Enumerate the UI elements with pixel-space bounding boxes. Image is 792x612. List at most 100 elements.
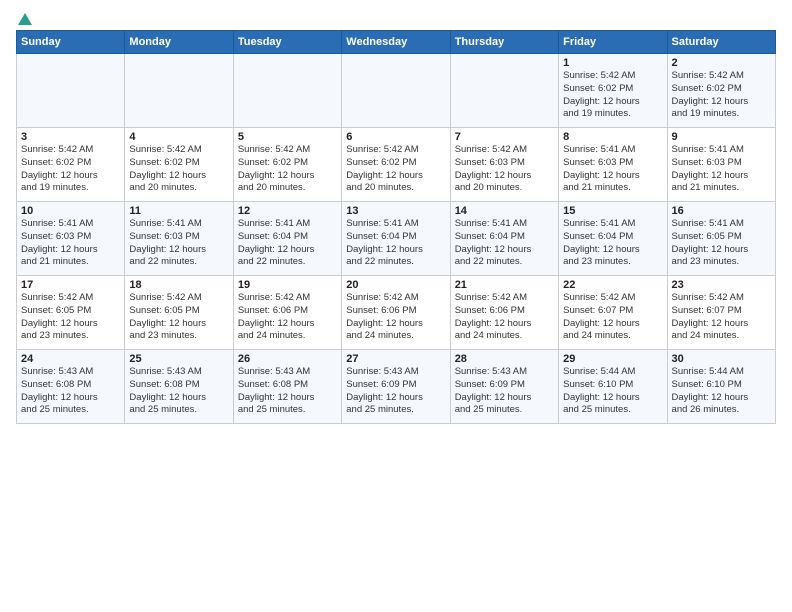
day-header-thursday: Thursday (450, 31, 558, 54)
day-info: Sunrise: 5:43 AM Sunset: 6:08 PM Dayligh… (238, 366, 337, 417)
calendar-cell: 1Sunrise: 5:42 AM Sunset: 6:02 PM Daylig… (559, 54, 667, 128)
calendar-cell: 25Sunrise: 5:43 AM Sunset: 6:08 PM Dayli… (125, 350, 233, 424)
calendar-cell: 7Sunrise: 5:42 AM Sunset: 6:03 PM Daylig… (450, 128, 558, 202)
calendar-cell (125, 54, 233, 128)
day-number: 25 (129, 353, 228, 365)
header-row: SundayMondayTuesdayWednesdayThursdayFrid… (17, 31, 776, 54)
day-info: Sunrise: 5:43 AM Sunset: 6:08 PM Dayligh… (21, 366, 120, 417)
day-number: 18 (129, 279, 228, 291)
calendar-cell: 8Sunrise: 5:41 AM Sunset: 6:03 PM Daylig… (559, 128, 667, 202)
day-info: Sunrise: 5:44 AM Sunset: 6:10 PM Dayligh… (563, 366, 662, 417)
calendar-cell: 13Sunrise: 5:41 AM Sunset: 6:04 PM Dayli… (342, 202, 450, 276)
calendar-cell: 9Sunrise: 5:41 AM Sunset: 6:03 PM Daylig… (667, 128, 775, 202)
calendar-body: 1Sunrise: 5:42 AM Sunset: 6:02 PM Daylig… (17, 54, 776, 424)
day-header-tuesday: Tuesday (233, 31, 341, 54)
day-info: Sunrise: 5:44 AM Sunset: 6:10 PM Dayligh… (672, 366, 771, 417)
calendar-cell: 17Sunrise: 5:42 AM Sunset: 6:05 PM Dayli… (17, 276, 125, 350)
day-header-friday: Friday (559, 31, 667, 54)
day-number: 24 (21, 353, 120, 365)
day-number: 26 (238, 353, 337, 365)
day-info: Sunrise: 5:41 AM Sunset: 6:03 PM Dayligh… (563, 144, 662, 195)
day-number: 3 (21, 131, 120, 143)
day-info: Sunrise: 5:41 AM Sunset: 6:03 PM Dayligh… (129, 218, 228, 269)
day-header-wednesday: Wednesday (342, 31, 450, 54)
calendar-cell: 28Sunrise: 5:43 AM Sunset: 6:09 PM Dayli… (450, 350, 558, 424)
day-number: 4 (129, 131, 228, 143)
day-info: Sunrise: 5:42 AM Sunset: 6:07 PM Dayligh… (563, 292, 662, 343)
header (16, 12, 776, 24)
calendar-cell: 29Sunrise: 5:44 AM Sunset: 6:10 PM Dayli… (559, 350, 667, 424)
day-number: 12 (238, 205, 337, 217)
day-number: 10 (21, 205, 120, 217)
calendar-cell: 23Sunrise: 5:42 AM Sunset: 6:07 PM Dayli… (667, 276, 775, 350)
calendar-table: SundayMondayTuesdayWednesdayThursdayFrid… (16, 30, 776, 424)
day-number: 21 (455, 279, 554, 291)
logo-icon (17, 12, 33, 28)
calendar-week-3: 10 Sunrise: 5:41 AM Sunset: 6:03 PM Dayli… (17, 202, 776, 276)
calendar-cell: 22Sunrise: 5:42 AM Sunset: 6:07 PM Dayli… (559, 276, 667, 350)
calendar-cell: 18Sunrise: 5:42 AM Sunset: 6:05 PM Dayli… (125, 276, 233, 350)
calendar-cell: 14Sunrise: 5:41 AM Sunset: 6:04 PM Dayli… (450, 202, 558, 276)
day-info: Sunrise: 5:42 AM Sunset: 6:06 PM Dayligh… (238, 292, 337, 343)
calendar-cell: 20Sunrise: 5:42 AM Sunset: 6:06 PM Dayli… (342, 276, 450, 350)
calendar-cell: 5Sunrise: 5:42 AM Sunset: 6:02 PM Daylig… (233, 128, 341, 202)
day-info: Sunrise: 5:42 AM Sunset: 6:02 PM Dayligh… (346, 144, 445, 195)
day-info: Sunrise: 5:42 AM Sunset: 6:02 PM Dayligh… (129, 144, 228, 195)
day-number: 8 (563, 131, 662, 143)
day-info: Sunrise: 5:42 AM Sunset: 6:02 PM Dayligh… (238, 144, 337, 195)
calendar-cell: 4Sunrise: 5:42 AM Sunset: 6:02 PM Daylig… (125, 128, 233, 202)
day-number: 6 (346, 131, 445, 143)
day-number: 14 (455, 205, 554, 217)
calendar-week-4: 17 Sunrise: 5:42 AM Sunset: 6:05 PM Dayli… (17, 276, 776, 350)
day-info: Sunrise: 5:41 AM Sunset: 6:04 PM Dayligh… (455, 218, 554, 269)
page: SundayMondayTuesdayWednesdayThursdayFrid… (0, 0, 792, 432)
calendar-cell (342, 54, 450, 128)
day-info: Sunrise: 5:42 AM Sunset: 6:06 PM Dayligh… (455, 292, 554, 343)
day-number: 5 (238, 131, 337, 143)
day-info: Sunrise: 5:41 AM Sunset: 6:05 PM Dayligh… (672, 218, 771, 269)
calendar-week-2: 3 Sunrise: 5:42 AM Sunset: 6:02 PM Daylig… (17, 128, 776, 202)
calendar-cell: 10Sunrise: 5:41 AM Sunset: 6:03 PM Dayli… (17, 202, 125, 276)
calendar-cell: 3Sunrise: 5:42 AM Sunset: 6:02 PM Daylig… (17, 128, 125, 202)
day-number: 30 (672, 353, 771, 365)
day-info: Sunrise: 5:43 AM Sunset: 6:08 PM Dayligh… (129, 366, 228, 417)
day-number: 16 (672, 205, 771, 217)
calendar-cell: 6Sunrise: 5:42 AM Sunset: 6:02 PM Daylig… (342, 128, 450, 202)
day-number: 19 (238, 279, 337, 291)
day-number: 17 (21, 279, 120, 291)
day-info: Sunrise: 5:42 AM Sunset: 6:07 PM Dayligh… (672, 292, 771, 343)
day-number: 22 (563, 279, 662, 291)
day-number: 28 (455, 353, 554, 365)
calendar-cell (233, 54, 341, 128)
day-info: Sunrise: 5:43 AM Sunset: 6:09 PM Dayligh… (455, 366, 554, 417)
day-number: 1 (563, 57, 662, 69)
calendar-cell: 12Sunrise: 5:41 AM Sunset: 6:04 PM Dayli… (233, 202, 341, 276)
calendar-week-1: 1Sunrise: 5:42 AM Sunset: 6:02 PM Daylig… (17, 54, 776, 128)
calendar-cell: 21Sunrise: 5:42 AM Sunset: 6:06 PM Dayli… (450, 276, 558, 350)
day-info: Sunrise: 5:41 AM Sunset: 6:04 PM Dayligh… (563, 218, 662, 269)
day-info: Sunrise: 5:42 AM Sunset: 6:06 PM Dayligh… (346, 292, 445, 343)
day-info: Sunrise: 5:42 AM Sunset: 6:02 PM Dayligh… (563, 70, 662, 121)
day-number: 11 (129, 205, 228, 217)
day-number: 29 (563, 353, 662, 365)
calendar-cell (450, 54, 558, 128)
day-info: Sunrise: 5:41 AM Sunset: 6:04 PM Dayligh… (238, 218, 337, 269)
calendar-cell (17, 54, 125, 128)
day-header-saturday: Saturday (667, 31, 775, 54)
day-header-monday: Monday (125, 31, 233, 54)
calendar-header: SundayMondayTuesdayWednesdayThursdayFrid… (17, 31, 776, 54)
day-info: Sunrise: 5:42 AM Sunset: 6:02 PM Dayligh… (672, 70, 771, 121)
day-number: 9 (672, 131, 771, 143)
calendar-cell: 11Sunrise: 5:41 AM Sunset: 6:03 PM Dayli… (125, 202, 233, 276)
day-number: 7 (455, 131, 554, 143)
day-number: 15 (563, 205, 662, 217)
day-number: 13 (346, 205, 445, 217)
calendar-cell: 15Sunrise: 5:41 AM Sunset: 6:04 PM Dayli… (559, 202, 667, 276)
logo-text (16, 12, 34, 28)
day-info: Sunrise: 5:41 AM Sunset: 6:03 PM Dayligh… (672, 144, 771, 195)
day-info: Sunrise: 5:42 AM Sunset: 6:05 PM Dayligh… (129, 292, 228, 343)
day-info: Sunrise: 5:41 AM Sunset: 6:04 PM Dayligh… (346, 218, 445, 269)
day-header-sunday: Sunday (17, 31, 125, 54)
logo (16, 12, 34, 24)
calendar-cell: 16Sunrise: 5:41 AM Sunset: 6:05 PM Dayli… (667, 202, 775, 276)
